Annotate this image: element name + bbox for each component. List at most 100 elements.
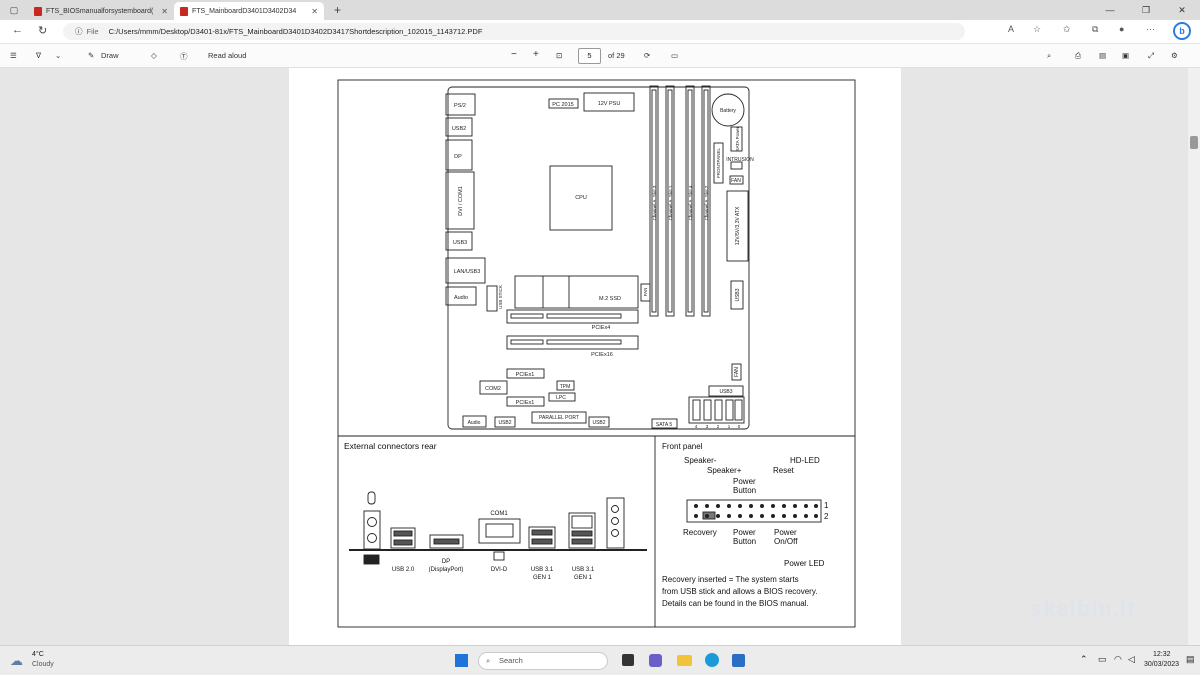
label-power-led: Power LED [784, 559, 825, 568]
label-hd-led: HD-LED [790, 456, 820, 465]
zoom-in-button[interactable]: + [533, 49, 539, 60]
scrollbar-thumb[interactable] [1190, 136, 1198, 149]
collections-icon[interactable]: ⧉ [1092, 24, 1098, 35]
url-text: C:/Users/mmm/Desktop/D3401-81x/FTS_Mainb… [108, 27, 483, 36]
pdf-icon [34, 6, 42, 16]
label-pciex1-a: PCIEx1 [516, 372, 535, 378]
fullscreen-icon[interactable]: ⤢ [1148, 51, 1154, 61]
label-usb2-bottom-a: USB2 [498, 420, 511, 426]
chevron-up-icon[interactable]: ⌃ [1080, 654, 1088, 665]
label-tpm: TPM [560, 384, 571, 390]
text-icon[interactable]: Ⓣ [180, 51, 188, 62]
file-explorer-icon[interactable] [677, 655, 692, 666]
label-sata-1: 1 [728, 424, 731, 429]
close-window-icon[interactable]: ✕ [1164, 0, 1200, 20]
rear-com1-label: COM1 [490, 511, 508, 517]
label-12v-psu: 12V PSU [598, 101, 621, 107]
pdf-page: PS/2 USB2 DP DVI / COM1 USB3 LAN/USB3 Au… [289, 68, 901, 645]
chevron-down-icon[interactable]: ⌄ [55, 51, 61, 60]
cloud-icon[interactable]: ☁ [10, 653, 23, 669]
label-dp: DP [454, 154, 462, 160]
label-battery: Battery [720, 108, 736, 114]
url-scheme: File [86, 27, 99, 36]
search-icon[interactable]: ⌕ [1047, 51, 1051, 61]
label-power-button-bottom: Power Button [733, 528, 756, 546]
taskbar: ☁ 4°C Cloudy ⌕ Search ⌃ ▭ ◠ ◁ 12:32 30/0… [0, 645, 1200, 675]
rear-label-dvid: DVI-D [491, 567, 508, 573]
label-row1: 1 [824, 501, 829, 510]
page-number-input[interactable]: 5 [578, 48, 601, 64]
volume-icon[interactable]: ◁ [1128, 654, 1135, 665]
label-recovery: Recovery [683, 528, 717, 537]
watermark: skelbiu.lt [1030, 596, 1136, 621]
network-icon[interactable]: ▭ [1098, 654, 1107, 665]
pdf-toolbar: ☰ ∇ ⌄ ✎ Draw ◇ Ⓣ Read aloud − + ⊡ 5 of 2… [0, 44, 1200, 68]
bing-icon[interactable]: b [1173, 22, 1191, 40]
rear-label-dp: DP [442, 559, 450, 565]
draw-icon[interactable]: ✎ [88, 51, 94, 60]
more-icon[interactable]: ··· [1146, 24, 1155, 34]
tab-title: FTS_MainboardD3401D3402D34 [192, 7, 297, 15]
save-as-icon[interactable]: ▣ [1122, 51, 1129, 60]
new-tab-button[interactable]: + [334, 3, 341, 17]
close-icon[interactable]: ✕ [311, 7, 318, 16]
info-icon: ⓘ [75, 27, 83, 36]
search-icon: ⌕ [486, 656, 491, 665]
label-dimm-a2: Channel A, Slot 2 [704, 185, 709, 220]
task-view-icon[interactable] [622, 654, 634, 666]
vertical-scrollbar[interactable] [1188, 68, 1200, 645]
rear-label-gen1-b: GEN 1 [574, 575, 593, 581]
tab-actions-icon[interactable]: ▢ [0, 5, 28, 16]
front-header-drawing [686, 499, 822, 523]
windows-start-icon[interactable] [455, 654, 468, 667]
weather-desc: Cloudy [32, 661, 54, 668]
url-field[interactable]: ⓘ File C:/Users/mmm/Desktop/D3401-81x/FTS_… [63, 23, 965, 40]
teams-icon[interactable] [649, 654, 662, 667]
label-dimm-a4: Channel A, Slot 4 [688, 185, 693, 220]
edge-icon[interactable] [705, 653, 719, 667]
zoom-out-button[interactable]: − [511, 49, 517, 60]
profile-icon[interactable]: ● [1119, 24, 1124, 34]
eraser-icon[interactable]: ◇ [151, 51, 157, 60]
save-icon[interactable]: ▤ [1099, 51, 1106, 60]
tab-bios-manual[interactable]: FTS_BIOSmanualforsystemboard( ✕ [28, 2, 174, 20]
print-icon[interactable]: ⎙ [1075, 51, 1081, 61]
note-line-1: Recovery inserted = The system starts [662, 575, 799, 584]
read-view-icon[interactable]: A [1008, 24, 1014, 34]
settings-icon[interactable]: ⚙ [1171, 51, 1178, 60]
close-icon[interactable]: ✕ [161, 7, 168, 16]
clock-date[interactable]: 30/03/2023 [1144, 661, 1179, 668]
note-line-2: from USB stick and allows a BIOS recover… [662, 587, 817, 596]
notifications-icon[interactable]: ▤ [1186, 654, 1195, 665]
label-power-onoff: Power On/Off [774, 528, 798, 546]
rear-label-gen1-a: GEN 1 [533, 575, 552, 581]
store-icon[interactable] [732, 654, 745, 667]
fit-page-icon[interactable]: ⊡ [556, 51, 562, 60]
refresh-icon[interactable]: ↻ [38, 24, 47, 37]
favorites-icon[interactable]: ✩ [1063, 24, 1071, 35]
note-line-3: Details can be found in the BIOS manual. [662, 599, 809, 608]
favorite-icon[interactable]: ☆ [1033, 24, 1041, 35]
wifi-icon[interactable]: ◠ [1114, 654, 1122, 665]
label-com2: COM2 [485, 386, 501, 392]
restore-icon[interactable]: ❐ [1128, 0, 1164, 20]
tab-mainboard[interactable]: FTS_MainboardD3401D3402D34 ✕ [174, 2, 324, 20]
contents-icon[interactable]: ☰ [10, 51, 17, 60]
label-cpu: CPU [575, 195, 587, 201]
pdf-icon [180, 6, 188, 16]
back-icon[interactable]: ← [12, 24, 23, 36]
rotate-icon[interactable]: ⟳ [644, 51, 650, 60]
minimize-icon[interactable]: — [1092, 0, 1128, 20]
label-dimm-a1: Channel A, Slot 1 [668, 185, 673, 220]
label-usb3-sata: USB3 [719, 389, 732, 395]
label-ps2: PS/2 [454, 103, 466, 109]
draw-button[interactable]: Draw [101, 51, 119, 60]
read-aloud-button[interactable]: Read aloud [208, 51, 246, 60]
label-row2: 2 [824, 512, 829, 521]
highlight-icon[interactable]: ∇ [36, 51, 41, 60]
page-view-icon[interactable]: ▭ [671, 51, 678, 60]
label-sata-2: 2 [717, 424, 720, 429]
label-pciex4: PCIEx4 [592, 325, 611, 331]
taskbar-search[interactable]: ⌕ Search [478, 652, 608, 670]
clock-time[interactable]: 12:32 [1153, 651, 1171, 658]
